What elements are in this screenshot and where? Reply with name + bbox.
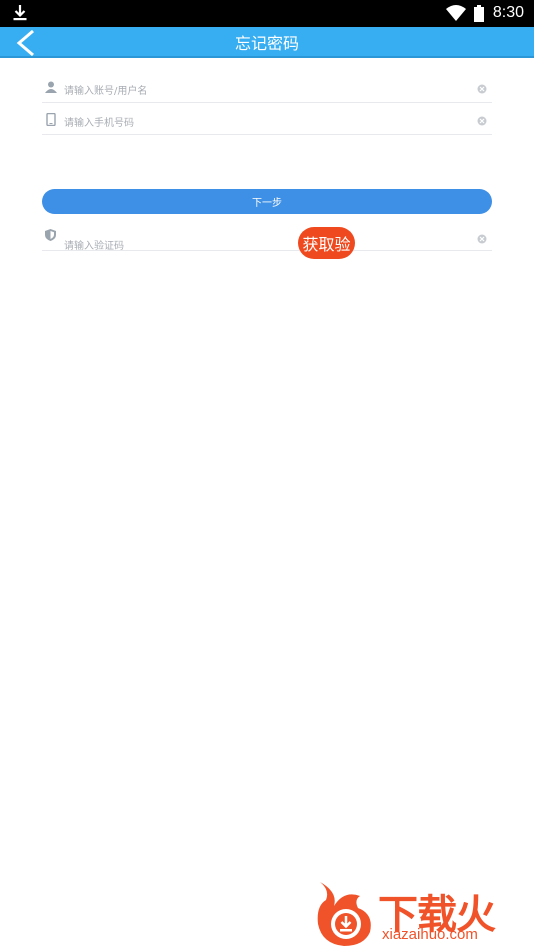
- code-field: [42, 228, 492, 254]
- status-bar: 8:30: [0, 0, 534, 27]
- battery-icon: [474, 5, 484, 22]
- page-title: 忘记密码: [234, 34, 299, 53]
- status-time: 8:30: [492, 4, 524, 21]
- phone-icon: [46, 113, 56, 126]
- account-field: [42, 80, 492, 103]
- watermark-logo: 下载火 xiazaihuo.com: [314, 878, 532, 946]
- user-icon: [45, 81, 57, 93]
- get-code-button[interactable]: 获取验: [298, 227, 355, 259]
- flame-download-icon: [317, 882, 371, 946]
- clear-icon[interactable]: [477, 84, 487, 94]
- app-header: 忘记密码: [0, 27, 534, 58]
- shield-icon: [45, 229, 56, 241]
- wifi-icon: [446, 5, 466, 21]
- account-input[interactable]: [64, 83, 444, 99]
- next-step-button[interactable]: 下一步: [42, 189, 492, 214]
- watermark-site: xiazaihuo.com: [382, 926, 478, 943]
- phone-field: [42, 112, 492, 135]
- code-input[interactable]: [64, 238, 444, 254]
- download-icon: [13, 5, 27, 21]
- phone-input[interactable]: [64, 115, 444, 131]
- clear-icon[interactable]: [477, 116, 487, 126]
- clear-icon[interactable]: [477, 234, 487, 244]
